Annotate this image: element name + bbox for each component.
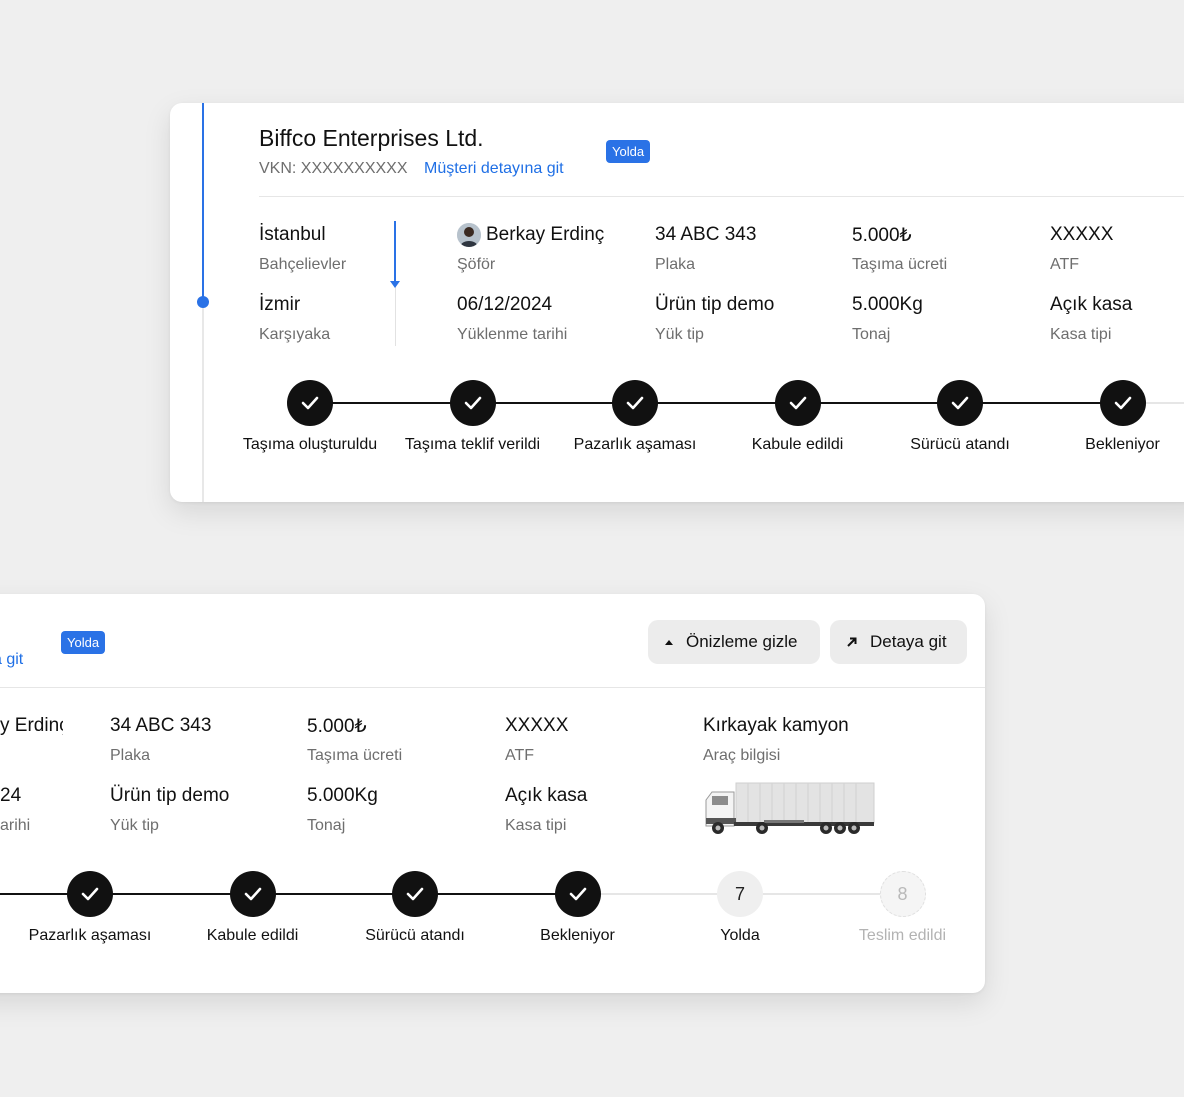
step-label: Sürücü atandı [365,927,465,944]
load-date: 06/12/2024 [457,294,553,315]
plate: 34 ABC 343 [655,224,757,245]
shipment-card-preview: a git Yolda Önizleme gizle Detaya git y … [0,594,985,993]
hide-preview-button[interactable]: Önizleme gizle [648,620,820,664]
case-type: Açık kasa [505,785,588,806]
caret-up-icon [665,640,673,645]
step-label: Teslim edildi [858,927,947,944]
step-circle: 8 [879,871,926,917]
plate-label: Plaka [655,256,696,273]
driver-name: y Erdinç [0,715,63,736]
tonnage: 5.000Kg [307,785,378,806]
vehicle-label: Araç bilgisi [703,747,781,764]
load-date-label: Yüklenme tarihi [457,326,568,343]
atf: XXXXX [505,715,569,736]
truck-image [705,782,875,834]
product-type-label: Yük tip [655,326,704,343]
step-label: Yolda [720,927,760,944]
tax-number: VKN: XXXXXXXXXX [259,160,408,177]
tonnage: 5.000Kg [852,294,923,315]
step-number: 8 [897,883,908,904]
stepper-line-complete [310,402,1123,404]
step-circle [612,380,658,426]
go-detail-button[interactable]: Detaya git [830,620,967,664]
load-date-label: arihi [0,817,31,834]
plate: 34 ABC 343 [110,715,212,736]
check-icon [406,887,424,901]
product-type: Ürün tip demo [110,785,230,806]
check-icon [244,887,261,901]
step-circle [287,380,333,426]
step-circle [392,871,438,917]
case-type: Açık kasa [1050,294,1133,315]
step-label: Bekleniyor [540,927,615,944]
atf-label: ATF [505,747,535,764]
fee-label: Taşıma ücreti [852,256,948,273]
tonnage-label: Tonaj [307,817,346,834]
step-circle [937,380,983,426]
shipment-card-expanded: Biffco Enterprises Ltd. VKN: XXXXXXXXXX … [170,103,1184,502]
plate-label: Plaka [110,747,151,764]
product-type-label: Yük tip [110,817,159,834]
timeline-dot [197,296,209,308]
timeline-progress [202,103,204,302]
company-name: Biffco Enterprises Ltd. [259,125,484,151]
arrow-up-right-icon [847,637,857,647]
fee: 5.000₺ [307,716,367,737]
check-icon [1114,396,1131,410]
step-circle [449,380,496,426]
check-icon [81,887,99,901]
step-label: Bekleniyor [1085,436,1160,453]
check-icon [626,396,644,410]
atf-label: ATF [1050,256,1080,273]
check-icon [951,396,969,410]
status-badge: Yolda [606,140,651,163]
step-label: Taşıma oluşturuldu [242,436,378,453]
fee: 5.000₺ [852,225,912,246]
header-divider [259,196,1184,197]
check-icon [301,396,319,410]
step-circle: 7 [717,871,763,917]
header-divider [0,687,985,688]
customer-detail-link[interactable]: a git [0,651,23,669]
customer-detail-link[interactable]: Müşteri detayına git [424,160,564,178]
driver-label: Şöför [457,256,496,273]
destination-city: İzmir [259,294,301,315]
go-detail-label: Detaya git [870,632,947,651]
driver-name: Berkay Erdinç [486,224,605,245]
status-badge: Yolda [61,631,106,654]
hide-preview-label: Önizleme gizle [686,632,798,651]
origin-city: İstanbul [259,224,326,245]
step-label: Taşıma teklif verildi [404,436,541,453]
step-circle [1099,380,1146,426]
vehicle-name: Kırkayak kamyon [703,715,849,736]
driver-avatar [457,223,481,247]
check-icon [569,887,586,901]
case-type-label: Kasa tipi [1050,326,1112,343]
step-circle [554,871,601,917]
step-circle [229,871,276,917]
step-circle [67,871,113,917]
check-icon [789,396,806,410]
step-label: Sürücü atandı [910,436,1010,453]
origin-district: Bahçelievler [259,256,347,273]
load-date: 24 [0,785,22,806]
destination-district: Karşıyaka [259,326,331,343]
step-label: Kabule edildi [206,927,299,944]
check-icon [464,396,481,410]
step-label: Kabule edildi [751,436,844,453]
step-label: Pazarlık aşaması [573,436,697,453]
product-type: Ürün tip demo [655,294,775,315]
atf: XXXXX [1050,224,1114,245]
fee-label: Taşıma ücreti [307,747,403,764]
arrow-down-icon [390,221,400,288]
step-circle [774,380,821,426]
tonnage-label: Tonaj [852,326,891,343]
step-label: Pazarlık aşaması [28,927,152,944]
case-type-label: Kasa tipi [505,817,567,834]
step-number: 7 [734,883,745,904]
